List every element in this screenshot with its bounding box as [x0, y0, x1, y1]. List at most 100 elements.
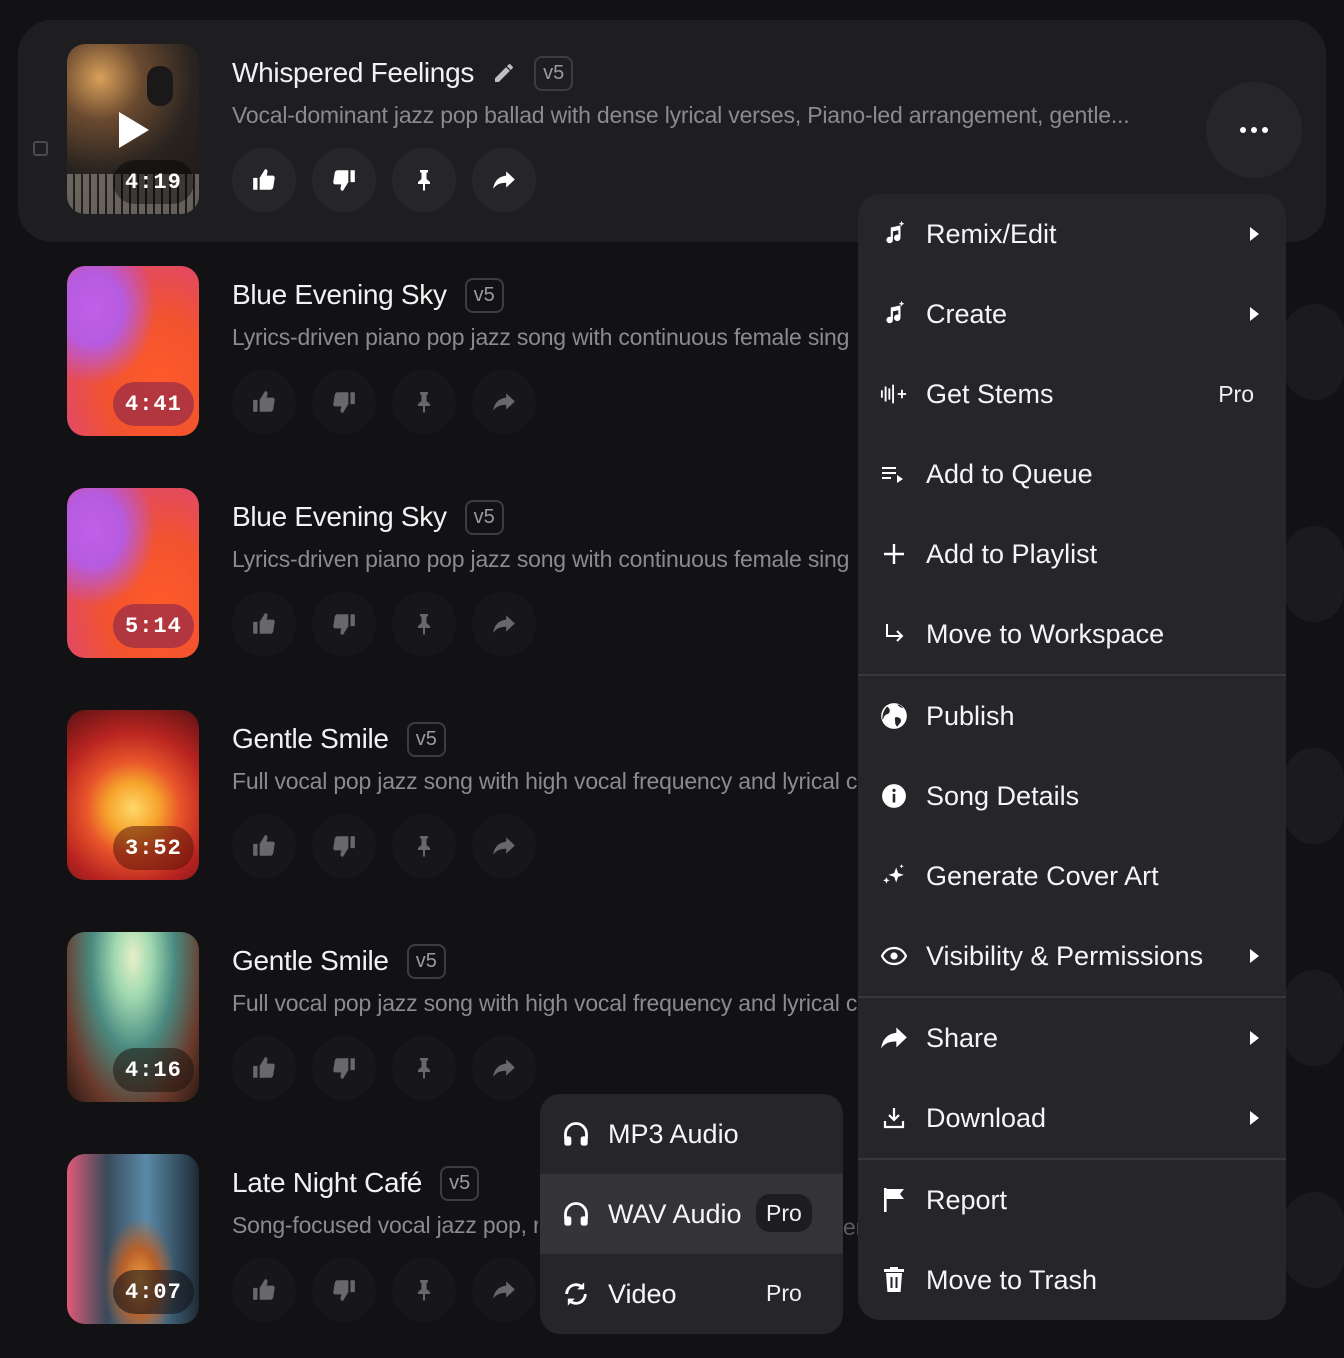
thumbs-up-icon — [251, 833, 277, 859]
pin-button[interactable] — [392, 148, 456, 212]
menu-item-song-details[interactable]: Song Details — [858, 756, 1286, 836]
info-icon — [880, 782, 908, 810]
cover-art-thumbnail[interactable]: 4:19 — [67, 44, 199, 214]
menu-item-label: Download — [926, 1102, 1047, 1133]
menu-item-label: Song Details — [926, 780, 1080, 811]
cover-art-thumbnail[interactable]: 4:41 — [67, 266, 199, 436]
song-description: Lyrics-driven piano pop jazz song with c… — [232, 324, 850, 350]
pin-button[interactable] — [392, 1258, 456, 1322]
menu-item-generate-cover-art[interactable]: Generate Cover Art — [858, 836, 1286, 916]
dot — [1262, 127, 1268, 133]
cover-art-thumbnail[interactable]: 3:52 — [67, 710, 199, 880]
select-checkbox[interactable] — [33, 141, 48, 156]
duration-badge: 4:16 — [113, 1048, 194, 1092]
thumbs-down-icon — [331, 833, 357, 859]
pin-button[interactable] — [392, 592, 456, 656]
menu-item-visibility-permissions[interactable]: Visibility & Permissions — [858, 916, 1286, 996]
more-options-button[interactable] — [1206, 82, 1302, 178]
more-button-ghost — [1284, 304, 1344, 400]
cover-art-thumbnail[interactable]: 4:07 — [67, 1154, 199, 1324]
share-button[interactable] — [472, 1258, 536, 1322]
submenu-item-wav-audio[interactable]: WAV Audio Pro — [540, 1174, 843, 1254]
menu-item-label: Move to Workspace — [926, 618, 1165, 649]
queue-icon — [880, 460, 908, 488]
thumbs-down-icon — [331, 1277, 357, 1303]
pin-button[interactable] — [392, 370, 456, 434]
trash-icon — [880, 1266, 908, 1294]
music-sparkle-icon — [880, 220, 908, 248]
version-badge: v5 — [464, 277, 504, 313]
share-arrow-icon — [491, 1277, 517, 1303]
thumbs-up-icon — [251, 167, 277, 193]
menu-item-move-to-trash[interactable]: Move to Trash — [858, 1240, 1286, 1320]
edit-pencil-icon[interactable] — [492, 61, 516, 85]
menu-item-create[interactable]: Create — [858, 274, 1286, 354]
pin-icon — [412, 1278, 436, 1302]
like-button[interactable] — [232, 1036, 296, 1100]
menu-item-remix-edit[interactable]: Remix/Edit — [858, 194, 1286, 274]
submenu-item-video[interactable]: Video Pro — [540, 1254, 843, 1334]
dislike-button[interactable] — [312, 1036, 376, 1100]
chevron-right-icon — [1250, 1031, 1259, 1045]
like-button[interactable] — [232, 814, 296, 878]
share-button[interactable] — [472, 592, 536, 656]
version-badge: v5 — [406, 943, 446, 979]
share-arrow-icon — [491, 611, 517, 637]
share-button[interactable] — [472, 148, 536, 212]
submenu-item-label: WAV Audio — [608, 1198, 742, 1229]
share-button[interactable] — [472, 1036, 536, 1100]
song-title[interactable]: Late Night Café — [232, 1167, 422, 1199]
song-title[interactable]: Whispered Feelings — [232, 57, 474, 89]
eye-icon — [880, 942, 908, 970]
music-sparkle-icon — [880, 300, 908, 328]
thumbs-up-icon — [251, 1055, 277, 1081]
pin-button[interactable] — [392, 814, 456, 878]
song-title[interactable]: Blue Evening Sky — [232, 279, 447, 311]
pin-button[interactable] — [392, 1036, 456, 1100]
more-button-ghost — [1284, 526, 1344, 622]
menu-item-add-to-playlist[interactable]: Add to Playlist — [858, 514, 1286, 594]
menu-item-publish[interactable]: Publish — [858, 676, 1286, 756]
dislike-button[interactable] — [312, 592, 376, 656]
menu-item-add-to-queue[interactable]: Add to Queue — [858, 434, 1286, 514]
submenu-item-mp3-audio[interactable]: MP3 Audio — [540, 1094, 843, 1174]
more-button-ghost — [1284, 1192, 1344, 1288]
share-arrow-icon — [491, 1055, 517, 1081]
play-icon[interactable] — [119, 112, 149, 148]
chevron-right-icon — [1250, 949, 1259, 963]
share-button[interactable] — [472, 370, 536, 434]
song-title[interactable]: Blue Evening Sky — [232, 501, 447, 533]
headphones-icon — [564, 1122, 588, 1146]
song-row[interactable]: 4:41 Blue Evening Sky v5 Lyrics-driven pi… — [0, 242, 860, 464]
menu-item-label: Remix/Edit — [926, 218, 1057, 249]
like-button[interactable] — [232, 370, 296, 434]
song-title[interactable]: Gentle Smile — [232, 945, 389, 977]
arrow-turn-icon — [880, 620, 908, 648]
like-button[interactable] — [232, 148, 296, 212]
menu-item-download[interactable]: Download — [858, 1078, 1286, 1158]
menu-item-move-to-workspace[interactable]: Move to Workspace — [858, 594, 1286, 674]
song-row[interactable]: 4:19 Whispered Feelings v5 Vocal-dominan… — [0, 20, 1130, 242]
song-row[interactable]: 3:52 Gentle Smile v5 Full vocal pop jazz … — [0, 686, 860, 908]
like-button[interactable] — [232, 592, 296, 656]
song-description: Song-focused vocal jazz pop, r — [232, 1212, 538, 1238]
pin-icon — [412, 168, 436, 192]
duration-badge: 3:52 — [113, 826, 194, 870]
song-row[interactable]: 5:14 Blue Evening Sky v5 Lyrics-driven pi… — [0, 464, 860, 686]
dislike-button[interactable] — [312, 1258, 376, 1322]
share-button[interactable] — [472, 814, 536, 878]
share-arrow-icon — [491, 833, 517, 859]
song-title[interactable]: Gentle Smile — [232, 723, 389, 755]
menu-item-report[interactable]: Report — [858, 1160, 1286, 1240]
menu-item-share[interactable]: Share — [858, 998, 1286, 1078]
cover-art-thumbnail[interactable]: 5:14 — [67, 488, 199, 658]
like-button[interactable] — [232, 1258, 296, 1322]
thumbs-up-icon — [251, 389, 277, 415]
dislike-button[interactable] — [312, 370, 376, 434]
menu-item-get-stems[interactable]: Get Stems Pro — [858, 354, 1286, 434]
globe-icon — [880, 702, 908, 730]
dislike-button[interactable] — [312, 814, 376, 878]
dislike-button[interactable] — [312, 148, 376, 212]
version-badge: v5 — [464, 499, 504, 535]
cover-art-thumbnail[interactable]: 4:16 — [67, 932, 199, 1102]
